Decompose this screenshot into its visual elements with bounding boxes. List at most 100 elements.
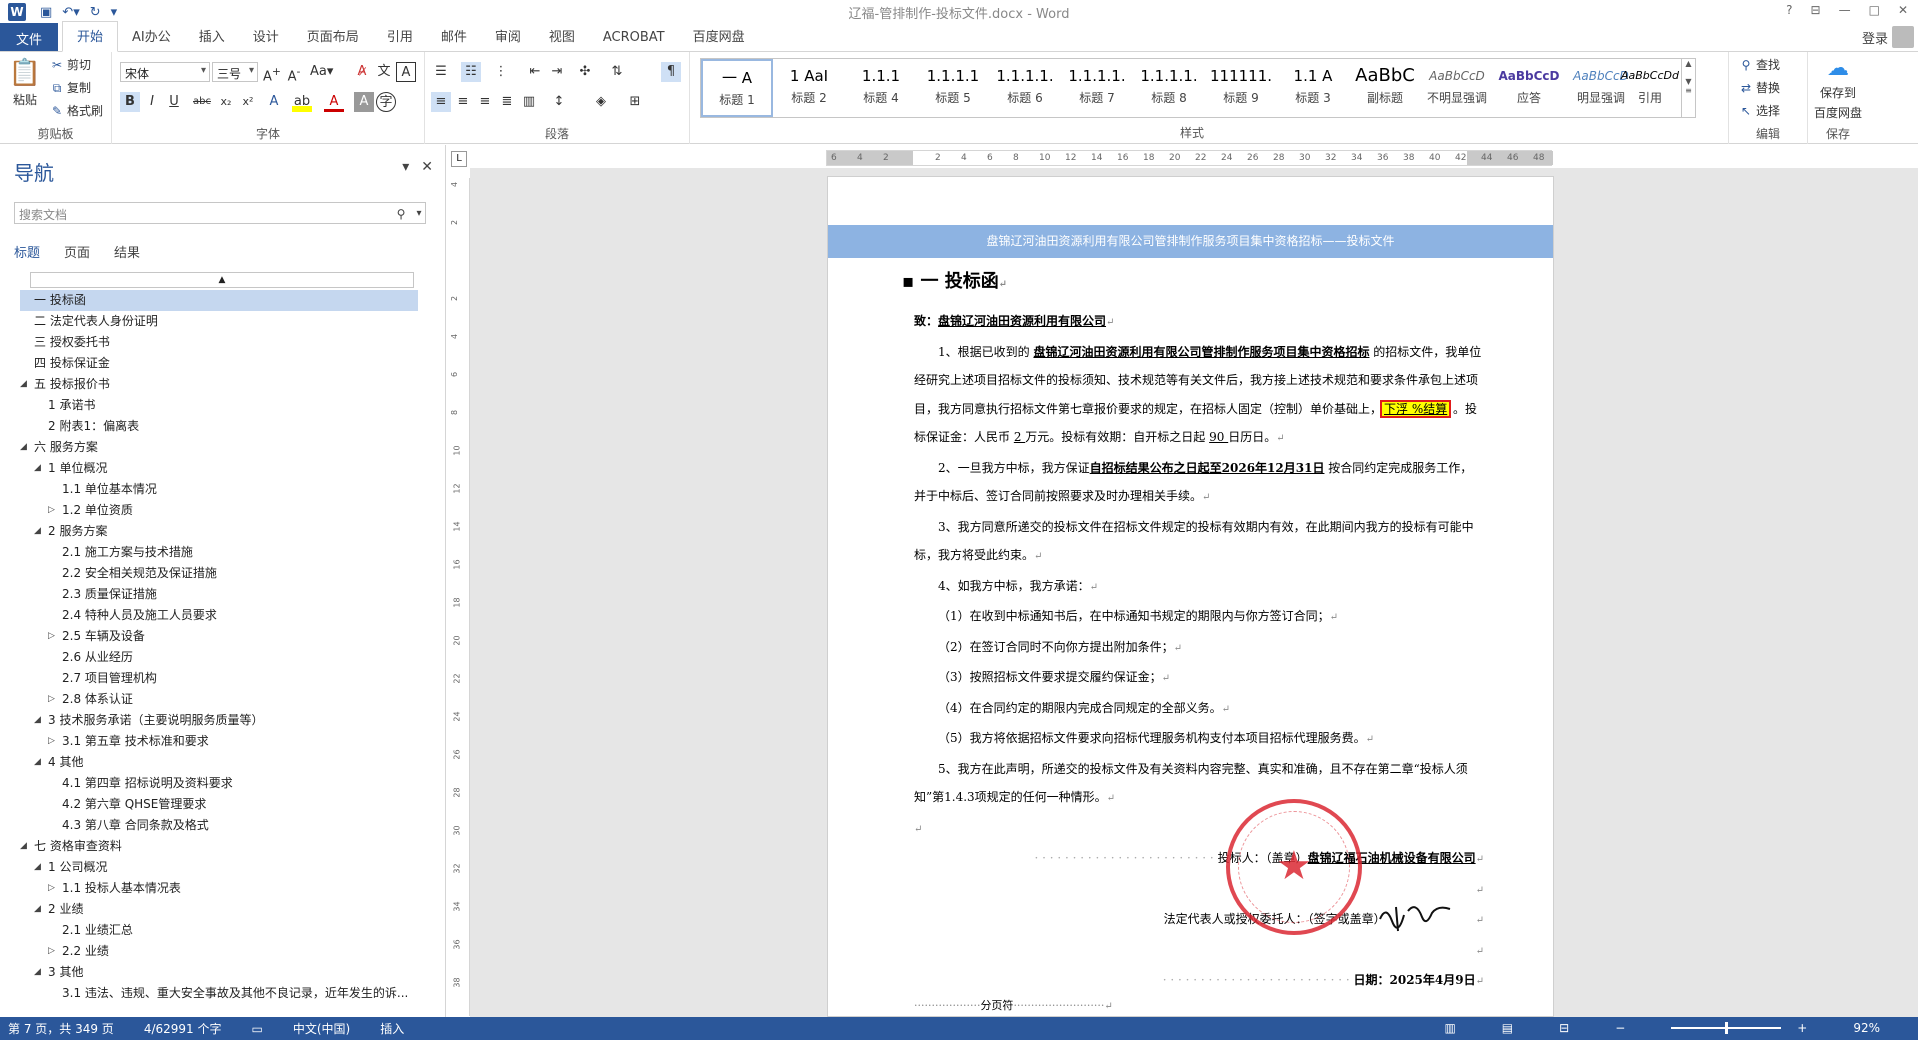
nav-heading-item[interactable]: 4.1 第四章 招标说明及资料要求 (20, 773, 418, 794)
style-heading-1[interactable]: 一 A 标题 1 (701, 59, 773, 117)
expanded-triangle-icon[interactable]: ◢ (20, 437, 27, 458)
nav-heading-item[interactable]: ◢ 六 服务方案 (20, 437, 418, 458)
font-name-combo[interactable]: 宋体 (120, 62, 210, 82)
tab-design[interactable]: 设计 (239, 22, 293, 51)
grow-font-button[interactable]: A+ (262, 62, 282, 84)
read-mode-icon[interactable]: ▥ (1444, 1021, 1455, 1035)
nav-tab-headings[interactable]: 标题 (14, 242, 40, 261)
shrink-font-button[interactable]: A- (284, 62, 304, 84)
nav-heading-item[interactable]: 1 承诺书 (20, 395, 418, 416)
nav-heading-item[interactable]: ▷ 3.1 第五章 技术标准和要求 (20, 731, 418, 752)
enclose-char-icon[interactable]: 字 (376, 92, 396, 112)
zoom-in-icon[interactable]: + (1797, 1021, 1807, 1035)
format-painter-button[interactable]: ✎ 格式刷 (50, 102, 103, 119)
style-answer[interactable]: AaBbCcD 应答 (1493, 59, 1565, 117)
replace-button[interactable]: ⇄ 替换 (1739, 79, 1780, 96)
expanded-triangle-icon[interactable]: ◢ (34, 521, 41, 542)
save-icon[interactable]: ▣ (40, 5, 52, 20)
tab-home[interactable]: 开始 (62, 21, 119, 52)
expanded-triangle-icon[interactable]: ◢ (34, 962, 41, 983)
nav-heading-item[interactable]: ◢ 3 技术服务承诺（主要说明服务质量等） (20, 710, 418, 731)
collapsed-triangle-icon[interactable]: ▷ (48, 878, 55, 899)
search-icon[interactable]: ⚲ (394, 207, 408, 221)
nav-heading-item[interactable]: ◢ 2 业绩 (20, 899, 418, 920)
collapsed-triangle-icon[interactable]: ▷ (48, 626, 55, 647)
maximize-button[interactable]: □ (1869, 3, 1880, 17)
discount-field[interactable]: 下浮 %结算 (1380, 399, 1452, 418)
align-left-icon[interactable]: ≡ (431, 92, 451, 112)
redo-icon[interactable]: ↻ (90, 5, 101, 20)
collapsed-triangle-icon[interactable]: ▷ (48, 689, 55, 710)
nav-heading-item[interactable]: ▷ 2.2 业绩 (20, 941, 418, 962)
nav-tab-pages[interactable]: 页面 (64, 242, 90, 261)
style-heading-7[interactable]: 1.1.1.1. 标题 7 (1061, 59, 1133, 117)
font-size-combo[interactable]: 三号 (212, 62, 258, 82)
expanded-triangle-icon[interactable]: ◢ (34, 899, 41, 920)
line-spacing-icon[interactable]: ↕ (549, 92, 569, 112)
expanded-triangle-icon[interactable]: ◢ (20, 374, 27, 395)
proofing-icon[interactable]: ▭ (251, 1022, 262, 1036)
nav-heading-item[interactable]: ◢ 1 公司概况 (20, 857, 418, 878)
nav-heading-item[interactable]: 2.1 业绩汇总 (20, 920, 418, 941)
superscript-button[interactable]: x² (238, 92, 258, 112)
increase-indent-icon[interactable]: ⇥ (547, 62, 567, 82)
expanded-triangle-icon[interactable]: ◢ (34, 710, 41, 731)
avatar[interactable] (1892, 26, 1914, 48)
ribbon-display-button[interactable]: ⊟ (1811, 3, 1821, 17)
nav-heading-item[interactable]: 2.7 项目管理机构 (20, 668, 418, 689)
login-link[interactable]: 登录 (1862, 28, 1888, 47)
highlight-icon[interactable]: ab (292, 92, 312, 112)
tab-selector[interactable]: L (451, 151, 467, 167)
find-button[interactable]: ⚲ 查找 (1739, 56, 1780, 73)
tab-references[interactable]: 引用 (373, 22, 427, 51)
align-right-icon[interactable]: ≡ (475, 92, 495, 112)
style-heading-6[interactable]: 1.1.1.1. 标题 6 (989, 59, 1061, 117)
nav-heading-item[interactable]: ◢ 五 投标报价书 (20, 374, 418, 395)
nav-heading-item[interactable]: 三 授权委托书 (20, 332, 418, 353)
expanded-triangle-icon[interactable]: ◢ (34, 458, 41, 479)
shading-icon[interactable]: ◈ (591, 92, 611, 112)
nav-heading-item[interactable]: 一 投标函 (20, 290, 418, 311)
nav-heading-item[interactable]: 4.3 第八章 合同条款及格式 (20, 815, 418, 836)
nav-heading-item[interactable]: ▷ 2.8 体系认证 (20, 689, 418, 710)
select-button[interactable]: ↖ 选择 (1739, 102, 1780, 119)
print-layout-icon[interactable]: ▤ (1502, 1021, 1513, 1035)
tab-mailings[interactable]: 邮件 (427, 22, 481, 51)
nav-heading-item[interactable]: ◢ 七 资格审查资料 (20, 836, 418, 857)
undo-icon[interactable]: ↶▾ (62, 5, 79, 20)
sort-icon[interactable]: ⇅ (607, 62, 627, 82)
expanded-triangle-icon[interactable]: ◢ (34, 857, 41, 878)
align-center-icon[interactable]: ≡ (453, 92, 473, 112)
web-layout-icon[interactable]: ⊟ (1559, 1021, 1569, 1035)
bold-button[interactable]: B (120, 92, 140, 112)
nav-heading-item[interactable]: ▷ 1.1 投标人基本情况表 (20, 878, 418, 899)
numbering-icon[interactable]: ☷ (461, 62, 481, 82)
nav-heading-item[interactable]: ◢ 2 服务方案 (20, 521, 418, 542)
multilevel-list-icon[interactable]: ⋮ (491, 62, 511, 82)
change-case-button[interactable]: Aa▾ (310, 62, 333, 82)
phonetic-icon[interactable]: 文 (374, 62, 394, 82)
insert-mode[interactable]: 插入 (380, 1020, 404, 1037)
expanded-triangle-icon[interactable]: ◢ (20, 836, 27, 857)
close-button[interactable]: ✕ (1898, 3, 1908, 17)
zoom-out-icon[interactable]: − (1615, 1021, 1625, 1035)
styles-scroll[interactable]: ▲ ▼ ≡ (1681, 59, 1695, 117)
font-color-icon[interactable]: A (324, 92, 344, 112)
char-shading-icon[interactable]: A (354, 92, 374, 112)
nav-heading-item[interactable]: 3.1 违法、违规、重大安全事故及其他不良记录，近年发生的诉... (20, 983, 418, 1004)
clear-format-icon[interactable]: A̷ (352, 62, 372, 82)
chinese-layout-icon[interactable]: ✣ (575, 62, 595, 82)
nav-heading-item[interactable]: ◢ 3 其他 (20, 962, 418, 983)
nav-heading-item[interactable]: 1.1 单位基本情况 (20, 479, 418, 500)
customize-qat-icon[interactable]: ▾ (111, 5, 118, 20)
style-heading-3[interactable]: 1.1 A 标题 3 (1277, 59, 1349, 117)
style-subtle-emphasis[interactable]: AaBbCcD 不明显强调 (1421, 59, 1493, 117)
style-heading-2[interactable]: 1 AaI 标题 2 (773, 59, 845, 117)
collapsed-triangle-icon[interactable]: ▷ (48, 500, 55, 521)
nav-heading-item[interactable]: 四 投标保证金 (20, 353, 418, 374)
tab-layout[interactable]: 页面布局 (293, 22, 373, 51)
zoom-level[interactable]: 92% (1853, 1021, 1880, 1035)
tab-acrobat[interactable]: ACROBAT (589, 26, 679, 51)
collapsed-triangle-icon[interactable]: ▷ (48, 941, 55, 962)
nav-heading-item[interactable]: 二 法定代表人身份证明 (20, 311, 418, 332)
